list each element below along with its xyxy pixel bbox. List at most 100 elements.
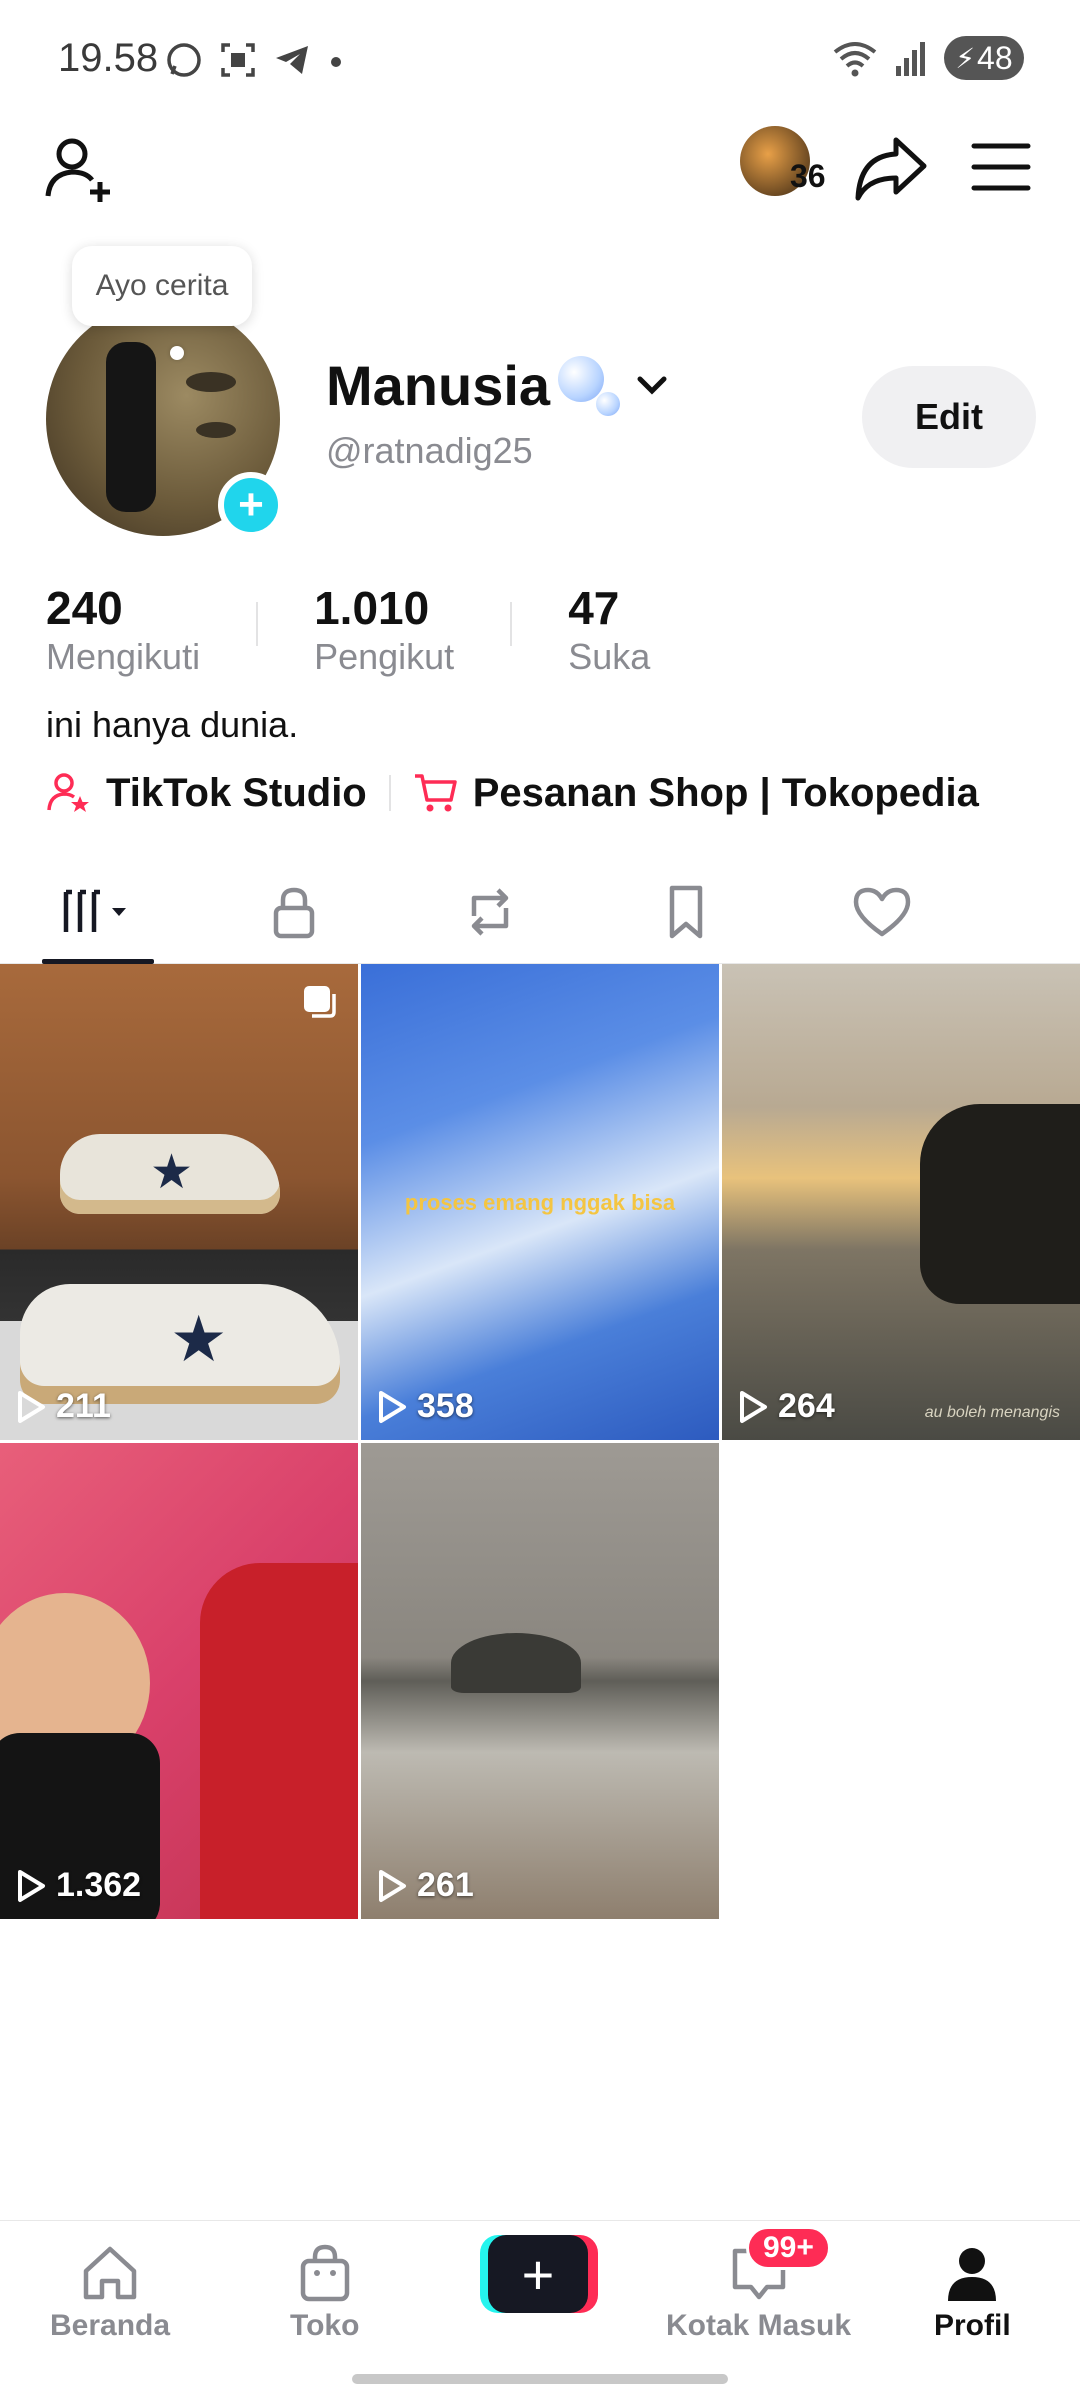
telegram-icon	[276, 46, 308, 74]
tab-liked[interactable]	[784, 860, 980, 964]
bubble-emoji-icon	[558, 352, 624, 418]
video-thumbnail[interactable]: au boleh menangis 264	[722, 964, 1080, 1440]
signal-icon	[896, 42, 925, 76]
view-count: 358	[377, 1387, 474, 1426]
tab-videos[interactable]	[0, 860, 196, 964]
share-icon[interactable]	[850, 128, 930, 208]
add-friend-icon[interactable]	[42, 130, 122, 210]
view-count-value: 264	[778, 1387, 835, 1425]
divider	[388, 775, 391, 811]
person-star-icon	[47, 773, 89, 812]
heart-icon	[853, 887, 911, 937]
whatsapp-icon	[167, 43, 201, 77]
play-icon	[379, 1869, 406, 1902]
username: @ratnadig25	[326, 430, 533, 471]
tiktok-studio-link[interactable]: TikTok Studio	[46, 770, 367, 816]
tokopedia-orders-link[interactable]: Pesanan Shop | Tokopedia	[413, 770, 979, 816]
play-icon	[18, 1390, 45, 1423]
profile-icon	[948, 2248, 997, 2301]
inbox-badge: 99+	[746, 2226, 831, 2270]
edit-profile-button[interactable]: Edit	[862, 366, 1036, 468]
story-tooltip[interactable]: Ayo cerita	[72, 246, 252, 326]
home-icon	[83, 2246, 137, 2300]
tab-private[interactable]	[196, 860, 392, 964]
avatar-bird	[196, 422, 236, 438]
charging-icon: ⚡	[955, 42, 976, 74]
battery-indicator: ⚡ 48	[944, 36, 1024, 80]
view-count-value: 211	[56, 1387, 111, 1425]
wifi-icon	[833, 42, 877, 77]
stat-value: 1.010	[314, 582, 430, 634]
play-icon	[379, 1390, 406, 1423]
create-button[interactable]: +	[480, 2235, 598, 2313]
view-count: 261	[377, 1866, 474, 1905]
divider	[510, 602, 513, 646]
status-time: 19.58	[58, 36, 159, 80]
nav-label: Profil	[934, 2309, 1011, 2342]
screenshot-icon	[221, 43, 255, 77]
repost-icon	[471, 888, 509, 936]
video-caption: proses emang nggak bisa	[404, 1190, 676, 1215]
shopping-bag-icon	[300, 2244, 349, 2302]
nav-label: Beranda	[50, 2309, 171, 2342]
nav-profile[interactable]: Profil	[934, 2241, 1011, 2343]
view-count: 211	[16, 1387, 111, 1426]
view-count-value: 261	[417, 1866, 474, 1904]
view-count-value: 1.362	[56, 1866, 142, 1904]
link-label: Pesanan Shop | Tokopedia	[472, 770, 979, 815]
thumbnail-shirt	[200, 1563, 358, 1919]
video-thumbnail[interactable]: ★ ★ 211	[0, 964, 358, 1440]
nav-label: Kotak Masuk	[666, 2309, 852, 2342]
bottom-navigation: Beranda Toko + Kotak Masuk Profil	[0, 2220, 1080, 2400]
video-thumbnail[interactable]: 1.362	[0, 1443, 358, 1919]
nav-label: Toko	[290, 2309, 360, 2342]
nav-shop[interactable]: Toko	[290, 2241, 359, 2343]
display-name-row[interactable]: Manusia	[326, 352, 672, 418]
bookmark-icon	[669, 885, 703, 939]
stat-value: 47	[568, 582, 620, 634]
menu-icon[interactable]	[966, 132, 1036, 202]
home-indicator[interactable]	[352, 2374, 728, 2384]
nav-home[interactable]: Beranda	[50, 2241, 170, 2343]
avatar-figure	[106, 342, 156, 512]
add-story-button[interactable]: +	[218, 472, 284, 538]
avatar-bird	[186, 372, 236, 392]
plus-icon: +	[488, 2235, 588, 2313]
grid-icon	[63, 889, 126, 932]
multi-photo-icon	[304, 986, 336, 1018]
cart-icon	[414, 774, 457, 812]
profile-stats: 240 Mengikuti 1.010 Pengikut 47 Suka	[46, 584, 650, 684]
view-count: 264	[738, 1387, 835, 1426]
link-label: TikTok Studio	[106, 770, 367, 815]
stat-likes[interactable]: 47 Suka	[568, 584, 650, 684]
display-name: Manusia	[326, 353, 551, 417]
video-grid: ★ ★ 211 proses emang nggak bisa 358 au b…	[0, 964, 1080, 1919]
stat-label: Pengikut	[314, 636, 455, 677]
system-icons: ⚡ 48	[832, 36, 1024, 80]
profile-top-bar: 36	[0, 120, 1080, 240]
view-count: 1.362	[16, 1866, 141, 1905]
thumbnail-star: ★	[150, 1146, 194, 1199]
video-thumbnail[interactable]: 261	[361, 1443, 719, 1919]
dot-icon	[331, 57, 341, 67]
thumbnail-rock	[451, 1633, 581, 1693]
video-thumbnail[interactable]: proses emang nggak bisa 358	[361, 964, 719, 1440]
tab-favorites[interactable]	[588, 860, 784, 964]
stat-following[interactable]: 240 Mengikuti	[46, 584, 200, 684]
view-count-value: 358	[417, 1387, 474, 1425]
battery-level: 48	[977, 39, 1013, 76]
stat-followers[interactable]: 1.010 Pengikut	[314, 584, 454, 684]
stat-label: Mengikuti	[46, 636, 201, 677]
tab-reposts[interactable]	[392, 860, 588, 964]
stat-label: Suka	[568, 636, 651, 677]
divider	[256, 602, 259, 646]
stat-value: 240	[46, 582, 123, 634]
chevron-down-icon[interactable]	[632, 365, 672, 405]
bio: ini hanya dunia.	[46, 704, 299, 745]
play-icon	[18, 1869, 45, 1902]
video-caption: au boleh menangis	[924, 1404, 1060, 1421]
lock-icon	[273, 887, 315, 939]
notification-icons	[164, 40, 346, 80]
profile-links: TikTok Studio Pesanan Shop | Tokopedia	[46, 770, 979, 816]
tooltip-pointer	[170, 346, 184, 360]
